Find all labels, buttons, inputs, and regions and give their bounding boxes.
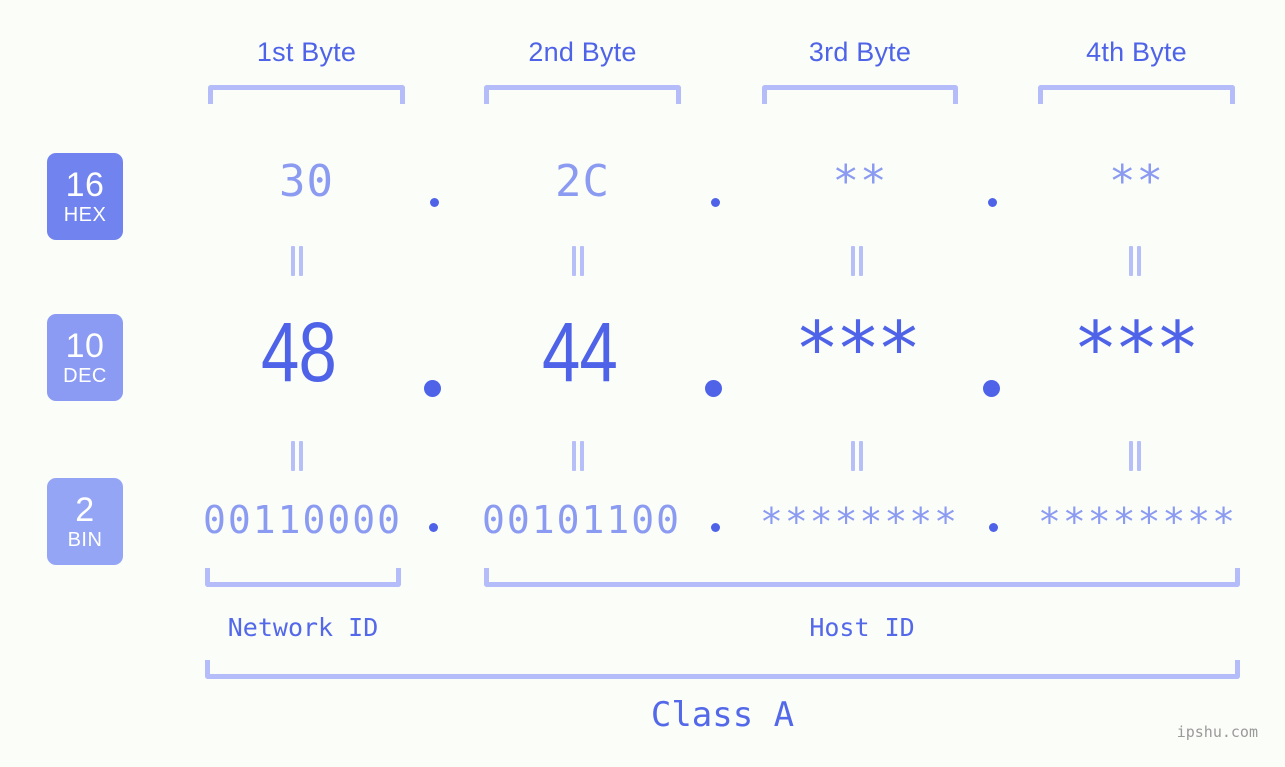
byte-bracket-top-4 bbox=[1038, 85, 1235, 104]
hex-separator-dot-2 bbox=[711, 198, 720, 207]
dec-value-byte-3: *** bbox=[798, 306, 922, 392]
hex-separator-dot-3 bbox=[988, 198, 997, 207]
bin-value-byte-1: 00110000 bbox=[202, 498, 403, 542]
byte-header-4: 4th Byte bbox=[1086, 37, 1187, 67]
equals-mark-dec-bin-3 bbox=[851, 441, 863, 471]
hex-separator-dot-1 bbox=[430, 198, 439, 207]
network-id-bracket bbox=[205, 568, 401, 587]
equals-mark-hex-dec-2 bbox=[572, 246, 584, 276]
bin-value-byte-4: ******** bbox=[1037, 500, 1238, 544]
site-watermark: ipshu.com bbox=[1176, 723, 1258, 741]
bin-value-byte-3: ******** bbox=[759, 500, 960, 544]
equals-mark-dec-bin-1 bbox=[291, 441, 303, 471]
base-badge-bin: 2 BIN bbox=[47, 478, 123, 565]
equals-mark-hex-dec-4 bbox=[1129, 246, 1141, 276]
hex-value-byte-1: 30 bbox=[279, 156, 334, 207]
host-id-bracket bbox=[484, 568, 1240, 587]
base-badge-hex-name: HEX bbox=[63, 204, 107, 226]
base-badge-hex-number: 16 bbox=[65, 166, 105, 204]
host-id-label: Host ID bbox=[809, 613, 915, 642]
hex-value-byte-4: ** bbox=[1109, 156, 1164, 207]
dec-separator-dot-2 bbox=[705, 380, 722, 397]
equals-mark-dec-bin-2 bbox=[572, 441, 584, 471]
base-badge-dec: 10 DEC bbox=[47, 314, 123, 401]
byte-bracket-top-2 bbox=[484, 85, 681, 104]
class-label: Class A bbox=[650, 695, 795, 735]
hex-value-byte-2: 2C bbox=[555, 156, 610, 207]
equals-mark-dec-bin-4 bbox=[1129, 441, 1141, 471]
base-badge-bin-number: 2 bbox=[75, 491, 95, 529]
class-bracket bbox=[205, 660, 1240, 679]
bin-separator-dot-3 bbox=[989, 523, 998, 532]
dec-separator-dot-3 bbox=[983, 380, 1000, 397]
base-badge-hex: 16 HEX bbox=[47, 153, 123, 240]
byte-header-2: 2nd Byte bbox=[528, 37, 637, 67]
hex-value-byte-3: ** bbox=[832, 156, 888, 207]
bin-value-byte-2: 00101100 bbox=[481, 498, 682, 542]
base-badge-dec-name: DEC bbox=[63, 365, 107, 387]
bin-separator-dot-2 bbox=[711, 523, 720, 532]
dec-value-byte-2: 44 bbox=[542, 305, 618, 399]
byte-bracket-top-3 bbox=[762, 85, 958, 104]
equals-mark-hex-dec-3 bbox=[851, 246, 863, 276]
base-badge-dec-number: 10 bbox=[65, 327, 105, 365]
equals-mark-hex-dec-1 bbox=[291, 246, 303, 276]
byte-bracket-top-1 bbox=[208, 85, 405, 104]
ip-byte-breakdown-diagram: 1st Byte 2nd Byte 3rd Byte 4th Byte 16 H… bbox=[0, 0, 1285, 767]
dec-separator-dot-1 bbox=[424, 380, 441, 397]
dec-value-byte-4: *** bbox=[1077, 306, 1200, 392]
network-id-label: Network ID bbox=[227, 613, 379, 642]
byte-header-1: 1st Byte bbox=[256, 37, 357, 67]
bin-separator-dot-1 bbox=[429, 523, 438, 532]
byte-header-3: 3rd Byte bbox=[808, 37, 912, 67]
dec-value-byte-1: 48 bbox=[261, 305, 337, 399]
base-badge-bin-name: BIN bbox=[67, 529, 103, 551]
